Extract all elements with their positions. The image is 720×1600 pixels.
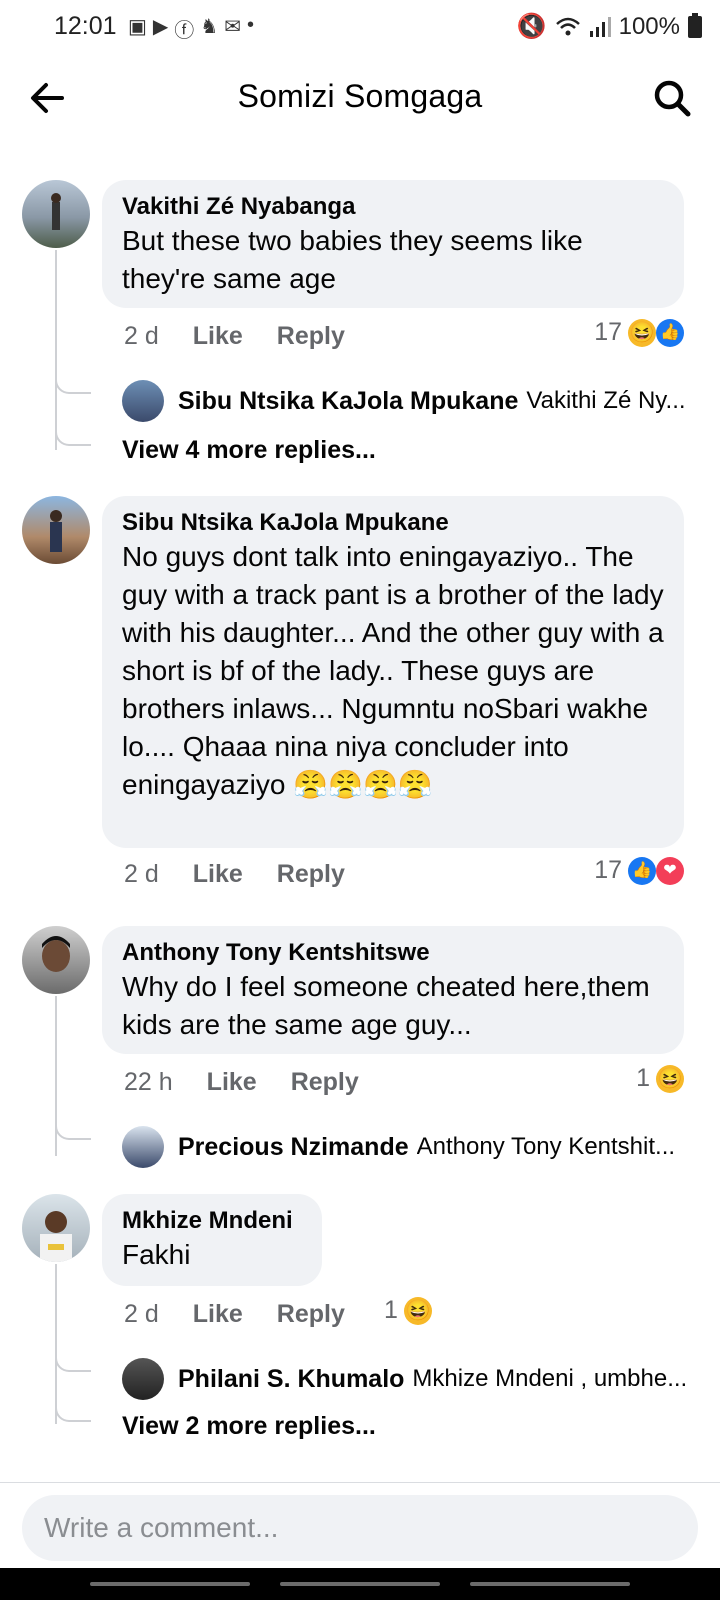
comment-composer bbox=[0, 1482, 720, 1569]
reaction-summary[interactable]: 17 😆 👍 bbox=[594, 318, 684, 347]
reply-button[interactable]: Reply bbox=[277, 1300, 345, 1329]
comment-text: Why do I feel someone cheated here,them … bbox=[122, 971, 650, 1040]
reply-branch bbox=[55, 1354, 91, 1372]
system-icons: 🔇 100% bbox=[517, 12, 702, 41]
reply-avatar bbox=[122, 380, 164, 422]
system-nav-bar bbox=[0, 1568, 720, 1600]
reply-author[interactable]: Philani S. Khumalo bbox=[178, 1365, 404, 1394]
comment-text: No guys dont talk into eningayaziyo.. Th… bbox=[122, 541, 664, 800]
comment-author[interactable]: Anthony Tony Kentshitswe bbox=[122, 938, 664, 968]
app-header: Somizi Somgaga bbox=[0, 52, 720, 140]
reaction-count: 1 bbox=[384, 1296, 398, 1324]
youtube-icon: ▶ bbox=[152, 16, 169, 38]
laugh-reaction-icon: 😆 bbox=[628, 318, 656, 347]
like-button[interactable]: Like bbox=[193, 860, 243, 889]
comment-time[interactable]: 22 h bbox=[124, 1068, 173, 1097]
reply-snippet: Mkhize Mndeni , umbhe... bbox=[412, 1365, 688, 1392]
comment-input[interactable] bbox=[22, 1495, 698, 1561]
reply-branch bbox=[55, 376, 91, 394]
like-button[interactable]: Like bbox=[193, 1300, 243, 1329]
dot-icon: • bbox=[247, 14, 255, 36]
thread-line bbox=[55, 1264, 57, 1424]
nav-home-button[interactable] bbox=[280, 1582, 440, 1586]
view-more-replies-link[interactable]: View 2 more replies... bbox=[122, 1412, 376, 1441]
reply-button[interactable]: Reply bbox=[277, 860, 345, 889]
comment-actions: 22 h Like Reply bbox=[124, 1068, 359, 1097]
reply-preview[interactable]: Sibu Ntsika KaJola Mpukane Vakithi Zé Ny… bbox=[122, 380, 702, 422]
comment-actions: 2 d Like Reply bbox=[124, 322, 345, 351]
status-bar: 12:01 ▣ ▶ ⓕ ♞ ✉ • 🔇 100% bbox=[0, 0, 720, 52]
comment-bubble[interactable]: Vakithi Zé Nyabanga But these two babies… bbox=[102, 180, 684, 308]
comment-actions: 2 d Like Reply bbox=[124, 860, 345, 889]
nav-back-button[interactable] bbox=[470, 1582, 630, 1586]
view-more-replies-link[interactable]: View 4 more replies... bbox=[122, 436, 376, 465]
like-button[interactable]: Like bbox=[207, 1068, 257, 1097]
page-title: Somizi Somgaga bbox=[237, 78, 483, 114]
avatar[interactable] bbox=[22, 926, 90, 994]
notification-icons: ▣ ▶ ⓕ ♞ ✉ • bbox=[128, 14, 254, 43]
reply-author[interactable]: Sibu Ntsika KaJola Mpukane bbox=[178, 387, 518, 416]
reply-button[interactable]: Reply bbox=[277, 322, 345, 351]
comment-text: But these two babies they seems like the… bbox=[122, 225, 583, 294]
battery-percent: 100% bbox=[618, 12, 680, 40]
love-reaction-icon: ❤ bbox=[656, 856, 684, 885]
avatar[interactable] bbox=[22, 1194, 90, 1262]
notification-icon: ▣ bbox=[128, 16, 147, 38]
comment-bubble[interactable]: Anthony Tony Kentshitswe Why do I feel s… bbox=[102, 926, 684, 1054]
reaction-count: 1 bbox=[636, 1064, 650, 1092]
status-time: 12:01 bbox=[54, 12, 117, 40]
battery-icon bbox=[688, 12, 702, 38]
reaction-summary[interactable]: 1 😆 bbox=[384, 1296, 432, 1325]
reply-branch bbox=[55, 428, 91, 446]
reaction-count: 17 bbox=[594, 318, 622, 346]
comment-time[interactable]: 2 d bbox=[124, 1300, 159, 1329]
mute-icon: 🔇 bbox=[516, 13, 547, 40]
avatar-photo bbox=[42, 936, 70, 972]
like-reaction-icon: 👍 bbox=[656, 318, 684, 347]
reaction-summary[interactable]: 1 😆 bbox=[636, 1064, 684, 1093]
app-icon: ♞ bbox=[200, 16, 219, 38]
thread-line bbox=[55, 250, 57, 450]
comment-time[interactable]: 2 d bbox=[124, 322, 159, 351]
signal-icon bbox=[589, 16, 611, 37]
comment-text: Fakhi bbox=[122, 1239, 191, 1270]
wifi-icon bbox=[555, 17, 580, 35]
search-button[interactable] bbox=[650, 76, 694, 120]
avatar[interactable] bbox=[22, 496, 90, 564]
comments-list[interactable]: Vakithi Zé Nyabanga But these two babies… bbox=[0, 140, 720, 1480]
facebook-icon: ⓕ bbox=[174, 20, 195, 42]
like-reaction-icon: 👍 bbox=[628, 856, 656, 885]
comment-author[interactable]: Mkhize Mndeni bbox=[122, 1206, 302, 1236]
reaction-count: 17 bbox=[594, 856, 622, 884]
reply-branch bbox=[55, 1122, 91, 1140]
reply-snippet: Anthony Tony Kentshit... bbox=[416, 1133, 676, 1160]
like-button[interactable]: Like bbox=[193, 322, 243, 351]
comment-author[interactable]: Sibu Ntsika KaJola Mpukane bbox=[122, 508, 664, 538]
avatar-photo bbox=[40, 1211, 72, 1262]
reply-avatar bbox=[122, 1126, 164, 1168]
reply-button[interactable]: Reply bbox=[291, 1068, 359, 1097]
reaction-summary[interactable]: 17 👍 ❤ bbox=[594, 856, 684, 885]
comment-author[interactable]: Vakithi Zé Nyabanga bbox=[122, 192, 664, 222]
reply-preview[interactable]: Philani S. Khumalo Mkhize Mndeni , umbhe… bbox=[122, 1358, 702, 1400]
mail-icon: ✉ bbox=[224, 16, 241, 38]
laugh-reaction-icon: 😆 bbox=[656, 1064, 684, 1093]
comment-time[interactable]: 2 d bbox=[124, 860, 159, 889]
comment-bubble[interactable]: Sibu Ntsika KaJola Mpukane No guys dont … bbox=[102, 496, 684, 848]
comment-bubble[interactable]: Mkhize Mndeni Fakhi bbox=[102, 1194, 322, 1286]
reply-avatar bbox=[122, 1358, 164, 1400]
search-icon bbox=[654, 80, 691, 117]
avatar-photo bbox=[51, 193, 61, 230]
comment-actions: 2 d Like Reply bbox=[124, 1300, 345, 1329]
reply-branch bbox=[55, 1404, 91, 1422]
nav-recent-button[interactable] bbox=[90, 1582, 250, 1586]
avatar[interactable] bbox=[22, 180, 90, 248]
reply-preview[interactable]: Precious Nzimande Anthony Tony Kentshit.… bbox=[122, 1126, 702, 1168]
laugh-reaction-icon: 😆 bbox=[403, 1296, 432, 1325]
reply-author[interactable]: Precious Nzimande bbox=[178, 1133, 409, 1162]
avatar-photo bbox=[50, 510, 62, 552]
reply-snippet: Vakithi Zé Ny... bbox=[526, 387, 686, 414]
